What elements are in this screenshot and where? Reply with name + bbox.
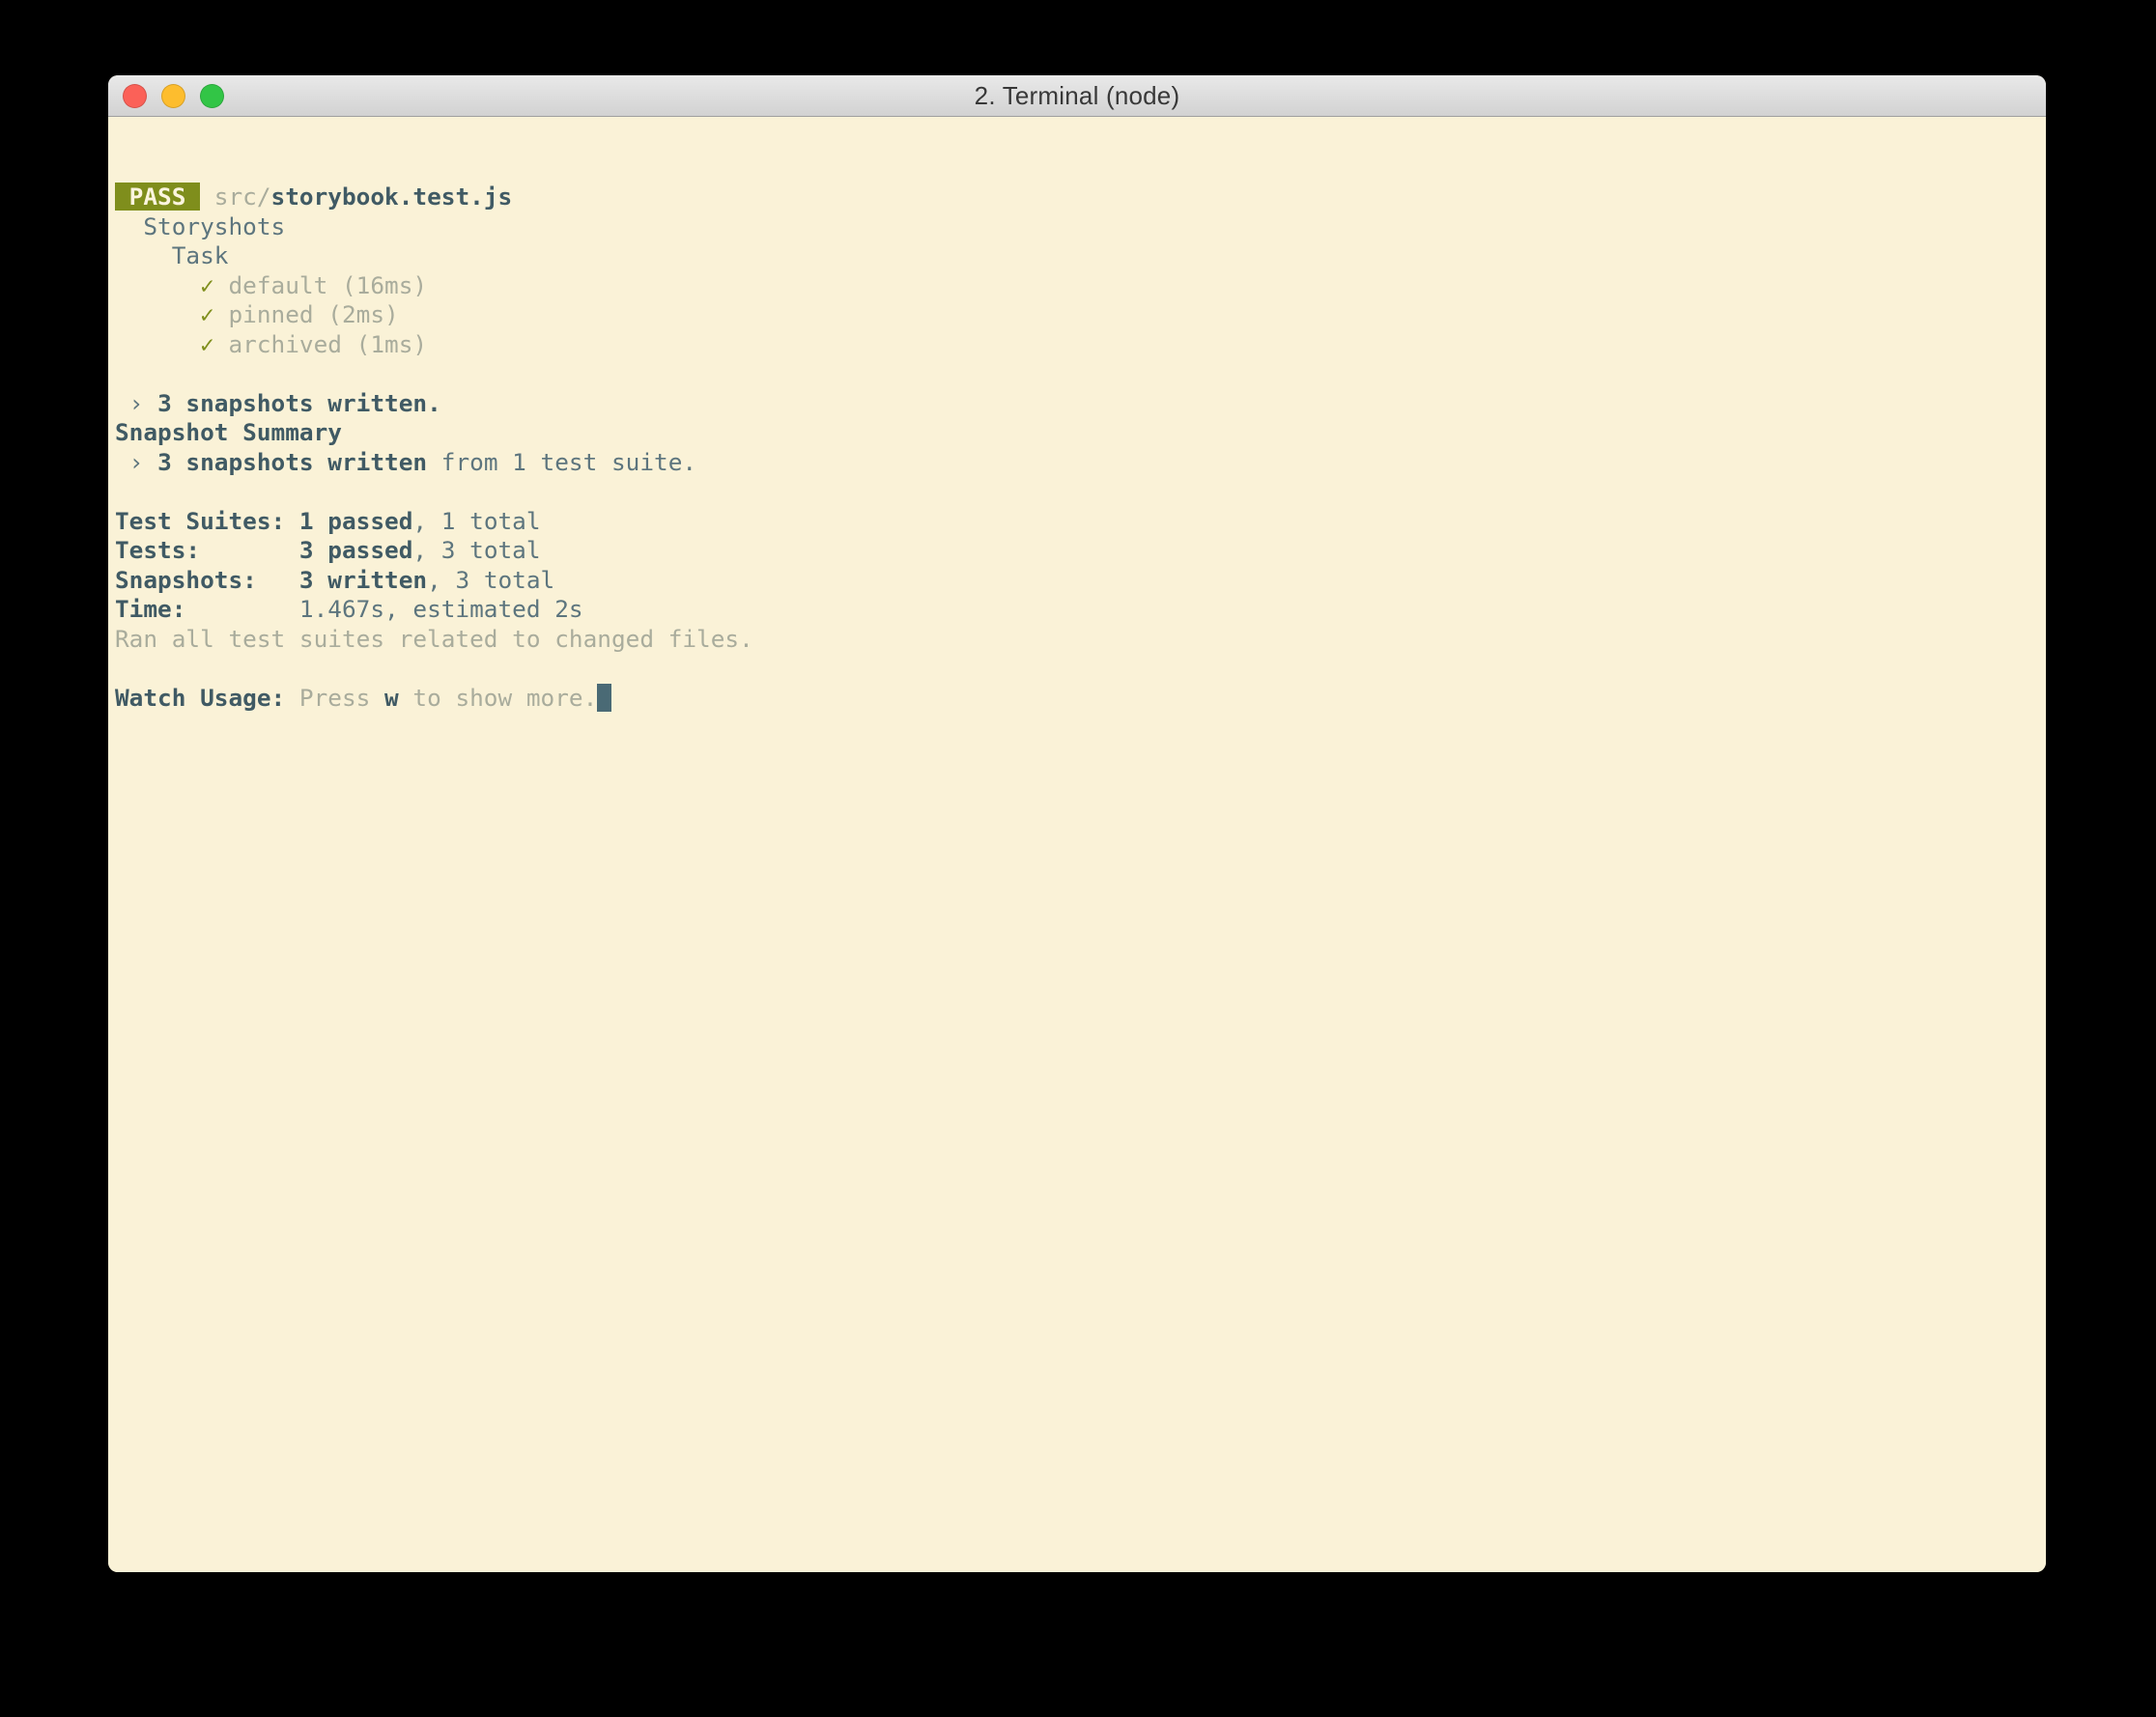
terminal-text: src/ — [214, 183, 271, 211]
terminal-text: , 1 total — [412, 507, 540, 535]
terminal-text: storybook.test.js — [271, 183, 513, 211]
terminal-screen[interactable]: PASS src/storybook.test.js Storyshots Ta… — [108, 118, 2046, 1572]
terminal-text — [115, 330, 200, 358]
terminal-text: pinned (2ms) — [228, 300, 398, 328]
terminal-text — [115, 271, 200, 299]
pass-badge: PASS — [115, 183, 200, 211]
terminal-text: 3 snapshots written. — [157, 389, 441, 417]
terminal-row: PASS src/storybook.test.js — [115, 183, 2046, 212]
terminal-row: ✓ archived (1ms) — [115, 330, 2046, 360]
traffic-lights — [123, 75, 224, 116]
terminal-text: Ran all test suites related to changed f… — [115, 625, 753, 653]
terminal-text: w — [384, 684, 399, 712]
terminal-text: 3 snapshots written — [157, 448, 427, 476]
terminal-row: Time: 1.467s, estimated 2s — [115, 595, 2046, 625]
terminal-row: Watch Usage: Press w to show more. — [115, 684, 2046, 714]
terminal-row: Task — [115, 241, 2046, 271]
terminal-text: default (16ms) — [228, 271, 427, 299]
terminal-text: Watch Usage: — [115, 684, 299, 712]
terminal-text — [214, 271, 229, 299]
terminal-row: ✓ default (16ms) — [115, 271, 2046, 301]
terminal-text: › — [115, 389, 157, 417]
terminal-row: Snapshot Summary — [115, 418, 2046, 448]
terminal-text: Press — [299, 684, 384, 712]
terminal-text: 3 written — [299, 566, 427, 594]
terminal-row: Ran all test suites related to changed f… — [115, 625, 2046, 655]
terminal-row: › 3 snapshots written. — [115, 389, 2046, 419]
zoom-button[interactable] — [200, 84, 224, 108]
terminal-row: › 3 snapshots written from 1 test suite. — [115, 448, 2046, 478]
check-icon: ✓ — [200, 330, 214, 358]
terminal-row: Snapshots: 3 written, 3 total — [115, 566, 2046, 596]
terminal-row: ✓ pinned (2ms) — [115, 300, 2046, 330]
terminal-text: , 3 total — [427, 566, 554, 594]
close-button[interactable] — [123, 84, 147, 108]
check-icon: ✓ — [200, 300, 214, 328]
terminal-text — [200, 183, 214, 211]
terminal-output: PASS src/storybook.test.js Storyshots Ta… — [115, 183, 2046, 713]
terminal-row: Test Suites: 1 passed, 1 total — [115, 507, 2046, 537]
title-bar[interactable]: 2. Terminal (node) — [108, 75, 2046, 117]
terminal-text: Storyshots — [115, 212, 285, 240]
desktop-background: { "window": { "title": "2. Terminal (nod… — [0, 0, 2156, 1717]
check-icon: ✓ — [200, 271, 214, 299]
terminal-cursor — [597, 684, 611, 712]
terminal-text: 1 passed — [299, 507, 412, 535]
terminal-text: 3 passed — [299, 536, 412, 564]
terminal-text: › — [115, 448, 157, 476]
terminal-window: 2. Terminal (node) PASS src/storybook.te… — [108, 75, 2046, 1572]
terminal-text: Snapshots: — [115, 566, 299, 594]
terminal-text — [115, 300, 200, 328]
terminal-row: Tests: 3 passed, 3 total — [115, 536, 2046, 566]
terminal-row — [115, 359, 2046, 389]
terminal-text: archived (1ms) — [228, 330, 427, 358]
terminal-text: from 1 test suite. — [427, 448, 696, 476]
terminal-text: Time: — [115, 595, 299, 623]
terminal-text: 1.467s, estimated 2s — [299, 595, 583, 623]
terminal-text: Task — [115, 241, 228, 269]
terminal-text — [214, 330, 229, 358]
terminal-row — [115, 477, 2046, 507]
terminal-text: Tests: — [115, 536, 299, 564]
terminal-text: Test Suites: — [115, 507, 299, 535]
window-title: 2. Terminal (node) — [975, 81, 1180, 111]
terminal-row — [115, 654, 2046, 684]
terminal-row: Storyshots — [115, 212, 2046, 242]
terminal-text: to show more. — [399, 684, 598, 712]
terminal-text: Snapshot Summary — [115, 418, 342, 446]
terminal-text: , 3 total — [412, 536, 540, 564]
minimize-button[interactable] — [161, 84, 185, 108]
terminal-text — [214, 300, 229, 328]
